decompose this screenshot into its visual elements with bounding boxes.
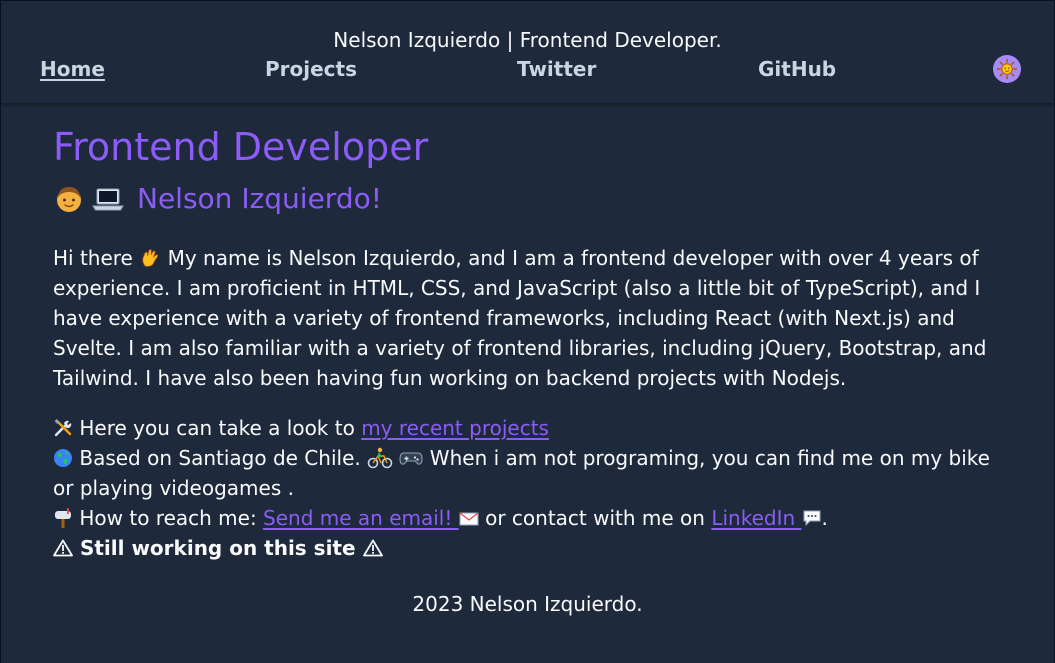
contact-suffix: .: [821, 506, 828, 530]
info-block: Here you can take a look to my recent pr…: [53, 413, 1013, 563]
main-content: Frontend Developer Nelson Izquierdo! Hi …: [53, 121, 1013, 563]
cyclist-icon: [367, 447, 393, 469]
nav-github-link[interactable]: GitHub: [758, 57, 836, 81]
site-header: Nelson Izquierdo | Frontend Developer. H…: [1, 1, 1054, 103]
linkedin-link-label: LinkedIn: [711, 506, 802, 530]
nav-twitter-link[interactable]: Twitter: [517, 57, 596, 81]
page-heading: Frontend Developer: [53, 125, 429, 169]
subheading-name: Nelson Izquierdo!: [137, 182, 382, 215]
projects-line: Here you can take a look to my recent pr…: [53, 413, 1013, 443]
speech-bubble-icon: [803, 510, 821, 527]
tools-icon: [54, 419, 72, 437]
page-subheading: Nelson Izquierdo!: [53, 177, 1013, 221]
site-title: Nelson Izquierdo | Frontend Developer.: [333, 28, 722, 52]
send-email-link[interactable]: Send me an email!: [263, 506, 479, 530]
warning-icon: [362, 539, 383, 557]
footer-text: 2023 Nelson Izquierdo.: [412, 592, 643, 616]
globe-icon: [54, 449, 72, 467]
person-icon: [57, 187, 81, 212]
theme-toggle-button[interactable]: [993, 55, 1021, 83]
site-footer: 2023 Nelson Izquierdo.: [1, 591, 1054, 617]
warning-text: Still working on this site: [73, 536, 363, 560]
contact-middle: or contact with me on: [478, 506, 712, 530]
send-email-link-label: Send me an email!: [263, 506, 459, 530]
linkedin-link[interactable]: LinkedIn: [711, 506, 821, 530]
envelope-icon: [459, 512, 479, 526]
laptop-icon: [92, 188, 124, 211]
warning-line: Still working on this site: [53, 533, 1013, 563]
contact-line: How to reach me: Send me an email! or co…: [53, 503, 1013, 533]
nav-home-link[interactable]: Home: [40, 57, 105, 81]
contact-prefix: How to reach me:: [73, 506, 264, 530]
waving-hand-icon: [142, 249, 159, 267]
recent-projects-link[interactable]: my recent projects: [361, 416, 549, 440]
location-text: Based on Santiago de Chile.: [73, 446, 368, 470]
warning-icon: [53, 539, 73, 557]
mailbox-icon: [55, 508, 71, 528]
location-line: Based on Santiago de Chile. When i am no…: [53, 443, 1013, 503]
projects-prefix: Here you can take a look to: [73, 416, 362, 440]
bio-intro: Hi there: [53, 246, 133, 270]
game-controller-icon: [399, 452, 423, 465]
nav-projects-link[interactable]: Projects: [265, 57, 357, 81]
sun-icon: [996, 58, 1018, 80]
bio-text: My name is Nelson Izquierdo, and I am a …: [53, 246, 987, 390]
bio-paragraph: Hi there My name is Nelson Izquierdo, an…: [53, 243, 1013, 393]
page: Nelson Izquierdo | Frontend Developer. H…: [0, 0, 1055, 663]
